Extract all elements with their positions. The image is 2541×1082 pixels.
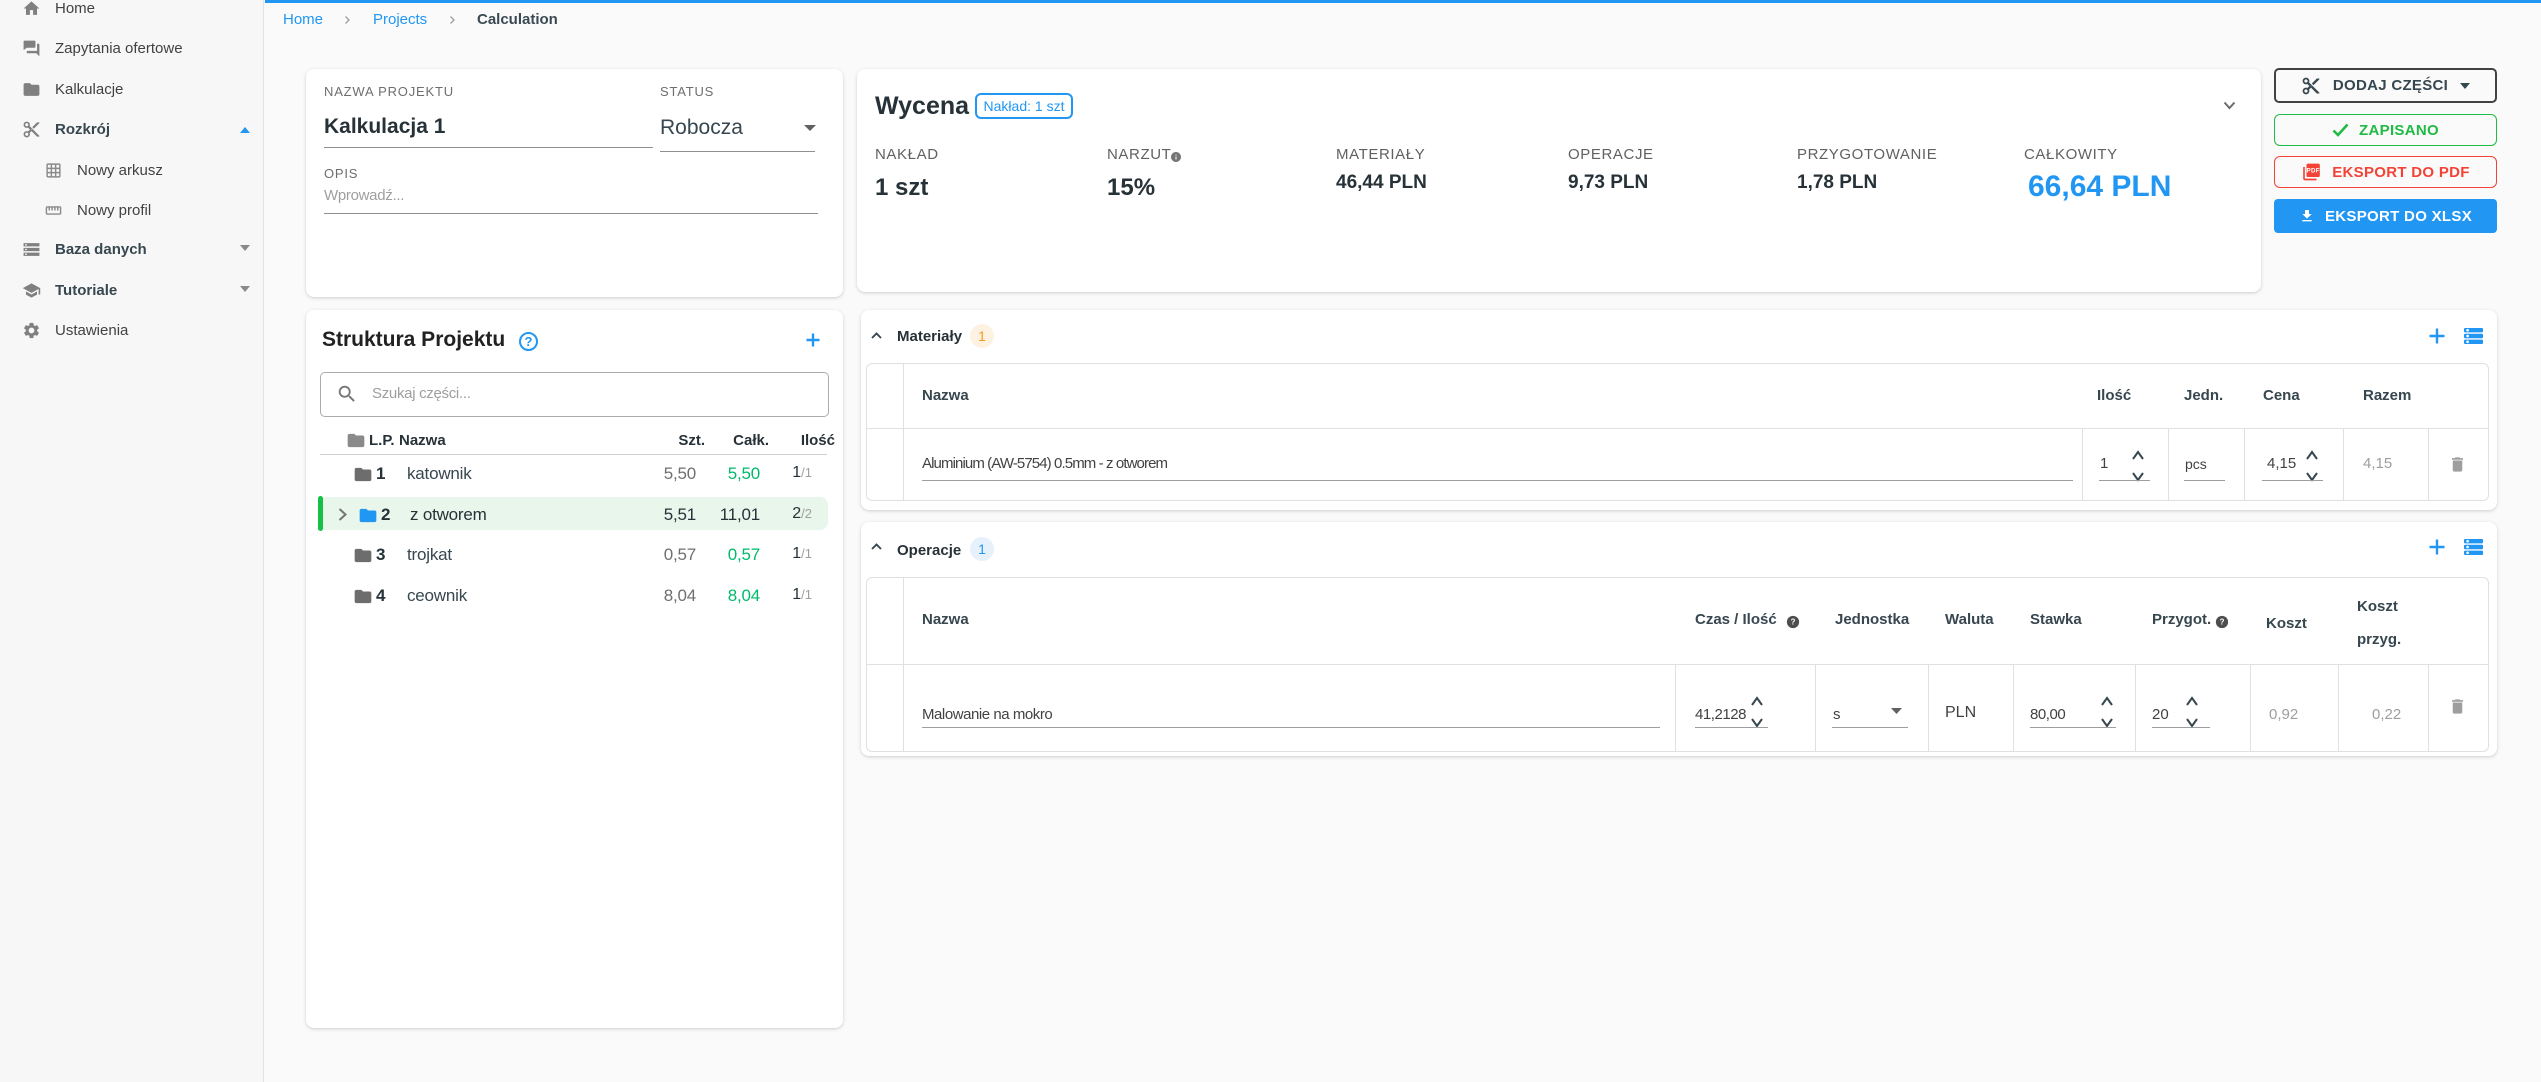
svg-text:PDF: PDF: [2307, 168, 2320, 175]
svg-text:?: ?: [2220, 618, 2225, 627]
svg-text:?: ?: [1791, 618, 1796, 627]
